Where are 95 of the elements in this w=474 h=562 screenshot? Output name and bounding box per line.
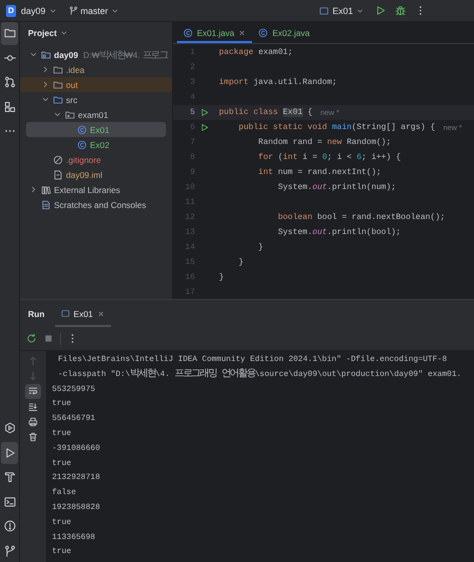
console-line: 556456791	[52, 413, 96, 426]
branches-icon	[4, 76, 16, 88]
run-tool-button[interactable]	[1, 442, 18, 464]
problems-icon	[4, 520, 16, 532]
class-icon	[183, 28, 193, 38]
chevron-right-icon[interactable]	[41, 65, 50, 74]
trash-icon[interactable]	[28, 432, 38, 442]
run-icon[interactable]	[200, 123, 208, 132]
editor-tab[interactable]: Ex01.java	[177, 22, 252, 43]
ignore-icon	[53, 154, 63, 164]
run-config-selector[interactable]: Ex01	[319, 6, 364, 16]
close-icon[interactable]	[96, 310, 105, 318]
services-icon	[4, 422, 16, 434]
terminal-icon	[4, 496, 16, 508]
tree-item-label[interactable]: day09.iml	[66, 170, 102, 180]
toggle-button[interactable]	[25, 384, 41, 399]
console-line: true	[52, 428, 72, 440]
tree-item-label[interactable]: .gitignore	[66, 154, 101, 164]
git-branch-icon	[68, 6, 78, 15]
soft-wrap-icon[interactable]	[28, 386, 38, 396]
module-path: D:₩박세현₩4. 프로그	[83, 48, 168, 62]
module-folder-icon	[41, 50, 51, 60]
close-icon[interactable]	[238, 28, 246, 36]
folder-icon	[4, 27, 16, 40]
code-line: System.out.println(num);	[276, 183, 396, 192]
code-line: int num = rand.nextInt();	[257, 168, 382, 177]
tree-item-label[interactable]: out	[66, 80, 78, 90]
excluded-tree-row[interactable]: out	[20, 77, 172, 92]
stop-icon[interactable]	[43, 333, 54, 344]
code-line: }	[257, 243, 264, 252]
chevron-right-icon[interactable]	[29, 185, 38, 194]
console-line: Files\JetBrains\IntelliJ IDEA Community Edition 2024.1\bin" -Dfile.encoding=UTF-8	[57, 354, 447, 366]
chevron-right-icon[interactable]	[41, 80, 50, 89]
console-line: true	[52, 546, 72, 558]
bug-icon[interactable]	[395, 5, 406, 16]
git-branch-icon	[4, 544, 16, 557]
line-number: 5	[189, 108, 195, 117]
scroll-to-end-icon[interactable]	[28, 402, 38, 412]
console-line: true	[52, 516, 72, 529]
chevron-down-icon[interactable]	[29, 50, 38, 59]
code-line: System.out.println(bool);	[276, 228, 401, 237]
code-line: public static void main(String[] args) {	[238, 123, 436, 132]
run-panel-title: Run	[28, 308, 45, 320]
tree-item-label[interactable]: src	[66, 94, 78, 104]
class-icon	[258, 28, 268, 38]
panel-view-dropdown[interactable]: Project	[28, 28, 68, 38]
tree-item-label[interactable]: Ex01	[90, 124, 110, 134]
file-icon	[53, 170, 63, 180]
code-line: public class Ex01 {	[219, 108, 312, 117]
tree-item-label[interactable]: exam01	[78, 110, 108, 120]
printer-icon[interactable]	[28, 416, 38, 427]
branch-selector[interactable]: master	[68, 6, 120, 16]
console-line: true	[52, 398, 72, 410]
run-icon[interactable]	[200, 108, 208, 117]
code-line: package exam01;	[219, 48, 293, 57]
console-line: 113365698	[52, 532, 96, 544]
class-icon	[77, 124, 87, 134]
chevron-down-icon	[60, 29, 68, 37]
tree-item-label[interactable]: Ex02	[90, 140, 110, 150]
library-icon	[41, 184, 51, 194]
console-line: 2132928718	[52, 472, 100, 484]
console-line: -391086660	[52, 442, 100, 455]
chevron-down-icon[interactable]	[53, 110, 62, 119]
current-project-dropdown[interactable]: day09	[21, 6, 57, 16]
console-line: true	[52, 458, 72, 470]
editor-tab[interactable]: Ex02.java	[252, 22, 316, 43]
code-line: Random rand = new Random();	[257, 138, 391, 147]
tree-item-label[interactable]: day09	[54, 50, 78, 60]
class-icon	[77, 140, 87, 150]
console-line: -classpath "D:\박세현\4. 프로그래밍 언어활용\source\day09\out\production\day09" exam01.	[57, 368, 462, 382]
run-icon	[4, 446, 16, 459]
code-line: import java.util.Random;	[219, 78, 337, 87]
scratches-icon	[41, 200, 51, 210]
console-line: 1923858828	[52, 502, 100, 514]
code-line: boolean bool = rand.nextBoolean();	[276, 213, 446, 222]
hammer-icon	[4, 471, 16, 484]
chevron-down-icon[interactable]	[41, 95, 50, 104]
folder-tool-button[interactable]	[1, 22, 18, 44]
console-line: 553259975	[52, 384, 96, 396]
code-line: }	[219, 273, 224, 282]
window-icon	[60, 309, 70, 318]
console-line: false	[52, 487, 76, 500]
rerun-icon[interactable]	[26, 333, 37, 344]
package-icon	[65, 110, 75, 120]
run-icon[interactable]	[375, 5, 386, 16]
project-badge: D	[6, 4, 16, 16]
code-line: for (int i = 0; i < 6; i++) {	[257, 153, 401, 162]
structure-icon	[4, 100, 16, 113]
window-icon	[319, 6, 330, 16]
tree-item-label[interactable]: External Libraries	[54, 184, 120, 194]
selected-tree-row[interactable]: Ex01	[26, 122, 166, 137]
tree-item-label[interactable]: .idea	[66, 64, 84, 74]
run-tab[interactable]: Ex01	[54, 300, 111, 327]
code-line: }	[238, 258, 244, 267]
tree-item-label[interactable]: Scratches and Consoles	[54, 200, 146, 210]
